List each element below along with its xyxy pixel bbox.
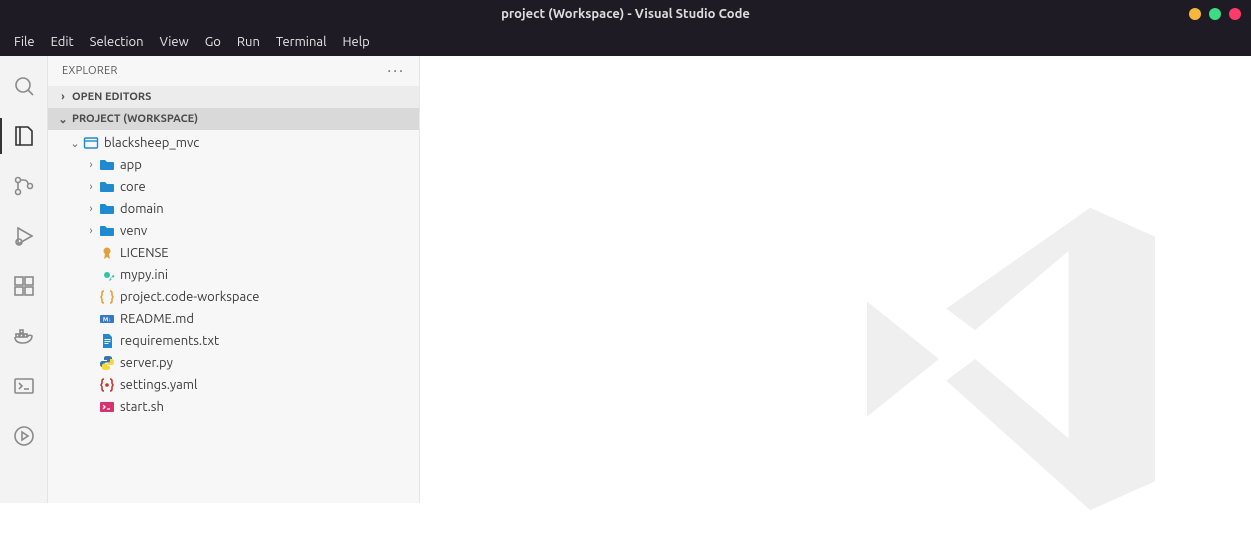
workspace-folder-icon	[82, 135, 100, 151]
activity-bar	[0, 56, 48, 503]
tree-label: requirements.txt	[120, 334, 219, 348]
explorer-header: EXPLORER ···	[48, 56, 419, 86]
source-control-icon[interactable]	[0, 164, 48, 208]
workspace-section[interactable]: ⌄ PROJECT (WORKSPACE)	[48, 108, 419, 130]
tree-file[interactable]: mypy.ini	[48, 264, 419, 286]
gear-icon	[98, 267, 116, 283]
window-controls	[1189, 8, 1241, 20]
open-editors-label: OPEN EDITORS	[72, 91, 151, 103]
menu-edit[interactable]: Edit	[43, 35, 82, 49]
tree-file[interactable]: LICENSE	[48, 242, 419, 264]
menu-file[interactable]: File	[6, 35, 43, 49]
tree-file[interactable]: settings.yaml	[48, 374, 419, 396]
tree-label: start.sh	[120, 400, 164, 414]
extensions-icon[interactable]	[0, 264, 48, 308]
markdown-icon: M↓	[98, 311, 116, 327]
tree-label: settings.yaml	[120, 378, 197, 392]
folder-icon	[98, 201, 116, 217]
tree-folder[interactable]: › venv	[48, 220, 419, 242]
python-icon	[98, 355, 116, 371]
braces-icon	[98, 377, 116, 393]
tree-label: app	[120, 158, 142, 172]
tree-label: project.code-workspace	[120, 290, 259, 304]
minimize-button[interactable]	[1189, 8, 1201, 20]
file-tree: ⌄ blacksheep_mvc › app › core › domain	[48, 130, 419, 418]
folder-icon	[98, 157, 116, 173]
explorer-title: EXPLORER	[62, 65, 118, 77]
menu-go[interactable]: Go	[197, 35, 229, 49]
tree-label: blacksheep_mvc	[104, 136, 199, 150]
tree-folder[interactable]: › domain	[48, 198, 419, 220]
editor-area	[420, 56, 1251, 503]
chevron-right-icon: ›	[56, 91, 70, 103]
vscode-watermark-icon	[831, 179, 1191, 543]
folder-icon	[98, 179, 116, 195]
tree-file[interactable]: requirements.txt	[48, 330, 419, 352]
tree-label: server.py	[120, 356, 173, 370]
braces-icon	[98, 289, 116, 305]
remote-terminal-icon[interactable]	[0, 364, 48, 408]
menu-view[interactable]: View	[152, 35, 197, 49]
tree-label: mypy.ini	[120, 268, 168, 282]
menu-run[interactable]: Run	[229, 35, 268, 49]
window-title: project (Workspace) - Visual Studio Code	[501, 7, 750, 21]
title-bar: project (Workspace) - Visual Studio Code	[0, 0, 1251, 28]
tree-label: domain	[120, 202, 164, 216]
open-editors-section[interactable]: › OPEN EDITORS	[48, 86, 419, 108]
tree-folder[interactable]: › core	[48, 176, 419, 198]
tree-label: core	[120, 180, 146, 194]
chevron-right-icon: ›	[84, 159, 98, 171]
text-file-icon	[98, 333, 116, 349]
docker-icon[interactable]	[0, 314, 48, 358]
maximize-button[interactable]	[1209, 8, 1221, 20]
workspace-label: PROJECT (WORKSPACE)	[72, 113, 198, 125]
chevron-right-icon: ›	[84, 203, 98, 215]
certificate-icon	[98, 245, 116, 261]
menu-help[interactable]: Help	[334, 35, 377, 49]
close-button[interactable]	[1229, 8, 1241, 20]
explorer-sidebar: EXPLORER ··· › OPEN EDITORS ⌄ PROJECT (W…	[48, 56, 420, 503]
explorer-more-icon[interactable]: ···	[387, 62, 405, 80]
tree-label: LICENSE	[120, 246, 169, 260]
tree-file[interactable]: server.py	[48, 352, 419, 374]
chevron-down-icon: ⌄	[68, 137, 82, 150]
terminal-icon	[98, 399, 116, 415]
tree-label: venv	[120, 224, 147, 238]
tree-label: README.md	[120, 312, 194, 326]
menu-selection[interactable]: Selection	[82, 35, 152, 49]
tree-file[interactable]: M↓ README.md	[48, 308, 419, 330]
menu-bar: File Edit Selection View Go Run Terminal…	[0, 28, 1251, 56]
search-icon[interactable]	[0, 64, 48, 108]
tree-folder-root[interactable]: ⌄ blacksheep_mvc	[48, 132, 419, 154]
menu-terminal[interactable]: Terminal	[268, 35, 335, 49]
tree-file[interactable]: project.code-workspace	[48, 286, 419, 308]
chevron-down-icon: ⌄	[56, 113, 70, 126]
svg-text:M↓: M↓	[103, 317, 111, 324]
explorer-icon[interactable]	[0, 114, 48, 158]
chevron-right-icon: ›	[84, 225, 98, 237]
tree-folder[interactable]: › app	[48, 154, 419, 176]
live-share-icon[interactable]	[0, 414, 48, 458]
folder-icon	[98, 223, 116, 239]
run-debug-icon[interactable]	[0, 214, 48, 258]
tree-file[interactable]: start.sh	[48, 396, 419, 418]
chevron-right-icon: ›	[84, 181, 98, 193]
